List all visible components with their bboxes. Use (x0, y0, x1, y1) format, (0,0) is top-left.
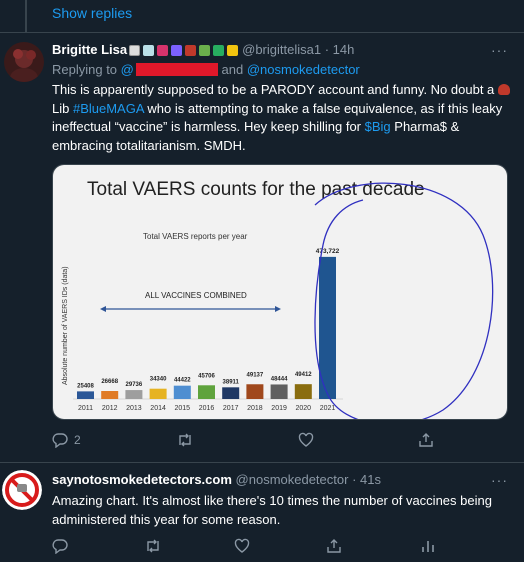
retweet-icon (147, 539, 159, 553)
author-name[interactable]: Brigitte Lisa (52, 42, 127, 57)
chart-data-label: 38911 (223, 379, 240, 385)
reply-button[interactable]: 2 (52, 432, 81, 448)
chart-bar (222, 387, 240, 399)
chart-tick-label: 2019 (271, 405, 287, 412)
analytics-button[interactable] (420, 538, 436, 554)
avatar[interactable] (4, 42, 44, 82)
heart-icon (298, 432, 314, 447)
vaers-chart: Total VAERS counts for the past decade T… (53, 165, 507, 419)
tweet-actions (52, 538, 492, 558)
chart-tick-label: 2020 (296, 405, 312, 412)
tweet-header: Brigitte Lisa @brigittelisa1 · 14h (52, 42, 354, 57)
chart-bar (294, 384, 312, 399)
chart-bar (101, 390, 119, 399)
chart-bar (173, 385, 191, 399)
retweet-button[interactable] (144, 538, 162, 554)
tweet-text: This is apparently supposed to be a PARO… (52, 81, 512, 155)
chart-ylabel: Absolute number of VAERS IDs (data) (62, 266, 69, 385)
hashtag-link[interactable]: #BlueMAGA (73, 101, 144, 116)
tweet-time[interactable]: · 14h (325, 42, 355, 57)
tweet-image[interactable]: Total VAERS counts for the past decade T… (52, 164, 508, 420)
chart-tick-label: 2015 (175, 405, 191, 412)
replying-to-link-1[interactable]: @ (121, 62, 218, 77)
chart-data-label: 45706 (198, 373, 215, 379)
tweet-time[interactable]: · 41s (352, 472, 381, 487)
reply-icon (52, 433, 68, 448)
share-button[interactable] (418, 432, 434, 448)
chart-subtitle: Total VAERS reports per year (143, 232, 248, 241)
tweet-actions: 2 (52, 432, 452, 452)
reply-count: 2 (74, 433, 81, 447)
name-emojis (129, 45, 239, 57)
chart-tick-label: 2018 (247, 405, 263, 412)
chart-data-label: 49137 (247, 372, 264, 378)
chart-data-label: 26668 (101, 379, 118, 385)
text-part-2: Lib (52, 100, 73, 116)
avatar[interactable] (2, 470, 42, 510)
thread-line (25, 0, 27, 32)
chart-data-label: 34340 (150, 377, 167, 383)
chart-bar (149, 388, 167, 399)
author-handle[interactable]: @brigittelisa1 (242, 42, 321, 57)
chart-tick-label: 2011 (78, 405, 93, 412)
author-handle[interactable]: @nosmokedetector (236, 472, 349, 487)
reply-icon (52, 539, 68, 554)
chart-annotation: ALL VACCINES COMBINED (145, 291, 247, 300)
chart-tick-label: 2016 (199, 405, 215, 412)
replying-and: and (221, 62, 244, 77)
tweet-header: saynotosmokedetectors.com @nosmokedetect… (52, 472, 381, 487)
retweet-icon (179, 433, 191, 447)
chart-data-label: 49412 (295, 372, 312, 378)
chart-data-label: 473,722 (316, 248, 340, 255)
like-button[interactable] (234, 538, 250, 554)
chart-data-label: 29736 (126, 382, 143, 388)
share-button[interactable] (326, 538, 342, 554)
tweet-text: Amazing chart. It's almost like there's … (52, 493, 492, 527)
chart-tick-label: 2013 (126, 405, 142, 412)
divider (0, 462, 524, 463)
divider (0, 32, 524, 33)
retweet-button[interactable] (176, 432, 194, 448)
chart-data-label: 44422 (174, 378, 191, 384)
share-icon (419, 433, 433, 447)
author-name[interactable]: saynotosmokedetectors.com (52, 472, 232, 487)
chart-bar (270, 384, 288, 399)
replying-at[interactable]: @ (121, 62, 134, 77)
chart-bar (125, 390, 143, 399)
replying-to-link-2[interactable]: @nosmokedetector (247, 62, 360, 77)
share-icon (327, 539, 341, 553)
chart-tick-label: 2017 (223, 405, 239, 412)
poop-emoji-icon (497, 84, 510, 95)
chart-bar (246, 384, 264, 399)
text-part-1: This is apparently supposed to be a PARO… (52, 82, 498, 97)
replying-prefix: Replying to (52, 62, 118, 77)
reply-button[interactable] (52, 538, 68, 554)
like-button[interactable] (298, 432, 314, 448)
chart-tick-label: 2012 (102, 405, 118, 412)
more-options-icon[interactable]: ··· (491, 42, 508, 58)
cashtag-link[interactable]: $Big (365, 119, 391, 134)
analytics-icon (422, 541, 434, 552)
chart-bar (198, 385, 215, 399)
more-options-icon[interactable]: ··· (491, 472, 508, 488)
chart-tick-label: 2021 (320, 405, 336, 412)
redaction-mark (135, 63, 218, 76)
chart-title: Total VAERS counts for the past decade (87, 179, 425, 200)
chart-data-label: 48444 (271, 376, 288, 382)
heart-icon (234, 538, 250, 553)
show-replies-link[interactable]: Show replies (52, 5, 132, 21)
chart-tick-label: 2014 (150, 405, 166, 412)
chart-bar (77, 391, 94, 399)
replying-to: Replying to @ and @nosmokedetector (52, 62, 360, 77)
chart-data-label: 25408 (77, 383, 94, 389)
